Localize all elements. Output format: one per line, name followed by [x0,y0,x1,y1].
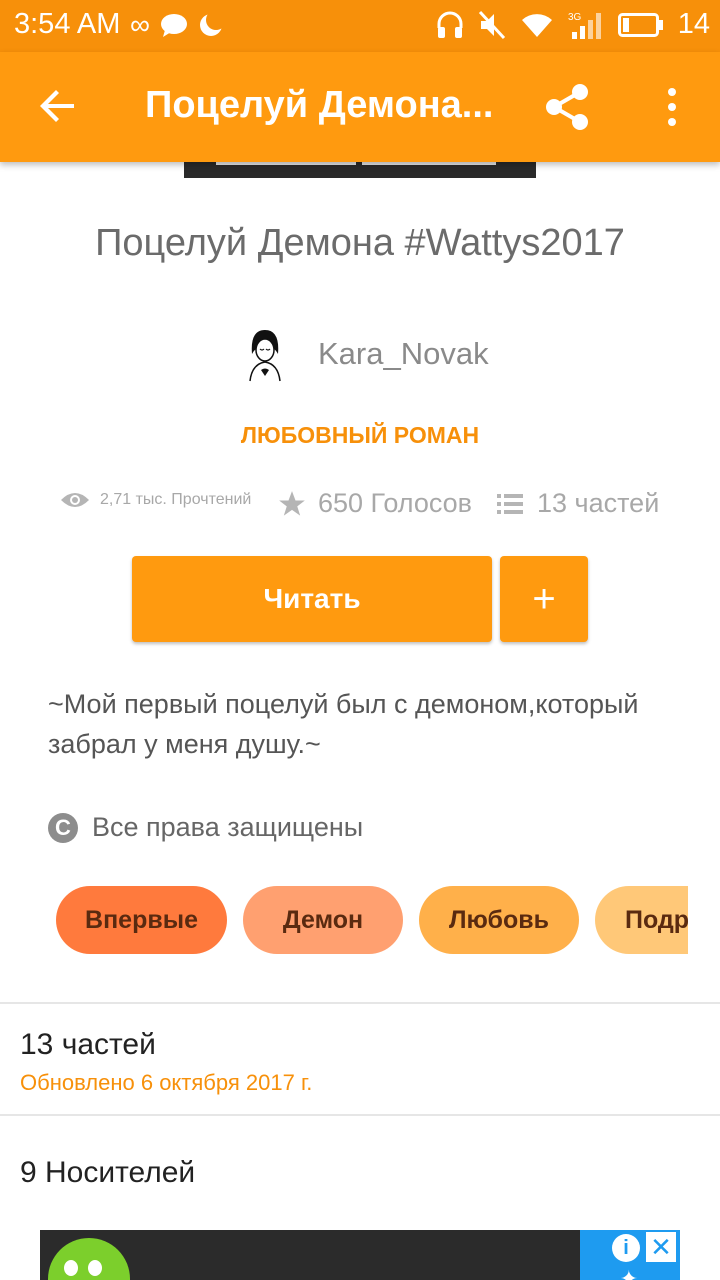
copyright-row: C Все права защищены [48,812,363,843]
wifi-icon [521,13,552,37]
story-description: ~Мой первый поцелуй был с демоном,которы… [48,689,639,759]
battery-level: 14 [677,8,710,40]
tag-label: Любовь [448,905,549,934]
tag-chip[interactable]: Любовь [419,886,579,954]
story-stats: 2,71 тыс. Прочтений 650 Голосов 13 часте… [0,486,720,526]
status-time: 3:54 AM [14,8,121,40]
network-type: 3G [568,12,582,23]
list-icon [497,493,523,514]
more-vert-icon[interactable] [660,82,684,132]
parts-updated-date: Обновлено 6 октября 2017 г. [20,1070,313,1095]
votes-count: 650 Голосов [318,488,473,518]
add-to-library-button[interactable]: + [500,556,588,642]
plus-icon: + [532,576,556,621]
parts-stat: 13 частей [497,488,659,519]
genre-label[interactable]: ЛЮБОВНЫЙ РОМАН [0,422,720,449]
star-icon [279,490,305,516]
read-button[interactable]: Читать [132,556,492,642]
copyright-icon: C [48,812,78,843]
parts-section-title[interactable]: 13 частей [20,1028,156,1062]
ad-info-icon[interactable]: i [612,1234,640,1262]
carriers-title[interactable]: 9 Носителей [20,1156,195,1190]
author-row[interactable]: Kara_Novak [240,326,489,382]
tag-label: Демон [282,905,364,934]
avatar[interactable] [240,326,290,382]
eye-icon [61,493,89,507]
battery-icon [617,12,663,37]
reads-stat: 2,71 тыс. Прочтений [60,490,251,510]
headphones-icon [437,11,463,38]
infinity-icon: ∞ [130,9,150,40]
ad-banner[interactable]: i ✕ ✦ [40,1230,680,1280]
ad-mascot-image [48,1238,130,1280]
divider [0,1114,720,1116]
tag-label: Подр [625,905,688,934]
status-bar: 3:54 AM ∞ 3G 14 [0,0,720,52]
tag-list: Впервые Демон Любовь Подр [56,886,688,956]
author-name[interactable]: Kara_Novak [318,336,489,372]
ad-arrow-icon: ✦ [619,1266,638,1280]
parts-count: 13 частей [537,488,660,518]
share-icon[interactable] [542,82,592,132]
chat-bubble-icon [160,14,187,37]
toolbar-title: Поцелуй Демона... [145,84,494,126]
tag-chip[interactable]: Подр [595,886,688,954]
app-toolbar: Поцелуй Демона... [0,52,720,162]
reads-count: 2,71 тыс. Прочтений [100,491,252,508]
arrow-back-icon[interactable] [34,82,82,130]
tag-chip[interactable]: Демон [243,886,403,954]
moon-icon [199,12,224,36]
divider [0,1002,720,1004]
copyright-label: Все права защищены [92,812,364,842]
votes-stat: 650 Голосов [278,488,472,519]
tag-chip[interactable]: Впервые [56,886,227,954]
ad-close-icon[interactable]: ✕ [646,1232,676,1262]
story-title: Поцелуй Демона #Wattys2017 [95,222,625,264]
signal-icon: 3G [568,12,601,39]
tag-label: Впервые [85,905,198,934]
mute-icon [478,10,505,39]
